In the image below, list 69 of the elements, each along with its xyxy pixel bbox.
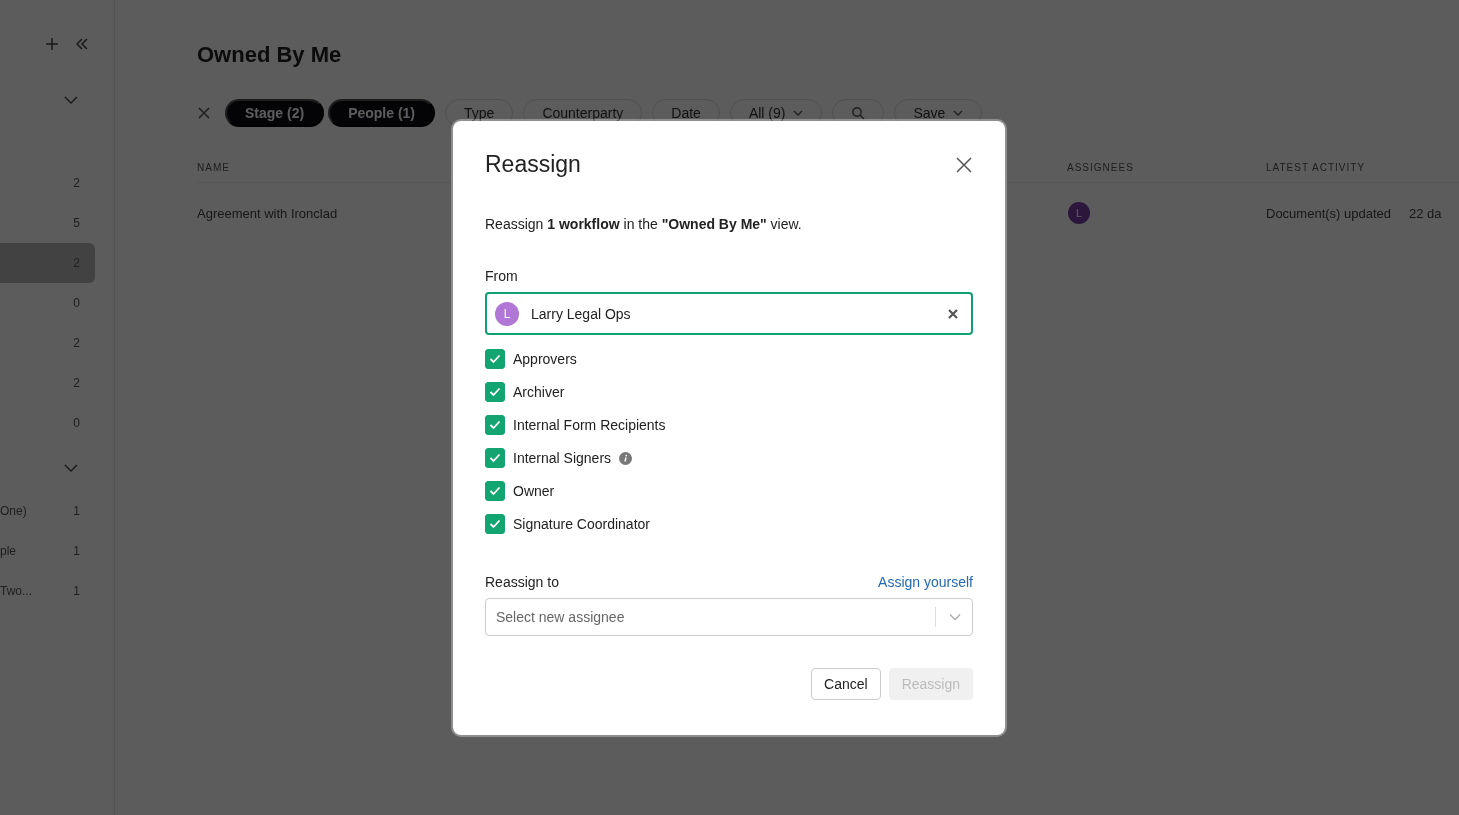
column-header: NAME: [197, 161, 230, 173]
check-icon: [489, 519, 501, 529]
field-label: Reassign to: [485, 574, 559, 590]
sidebar-item[interactable]: 0: [0, 403, 95, 443]
item-count: 5: [73, 216, 80, 230]
column-header: LATEST ACTIVITY: [1266, 161, 1366, 173]
checkbox-label: Approvers: [513, 351, 577, 367]
dialog-message: Reassign 1 workflow in the "Owned By Me" view.: [485, 216, 803, 232]
sidebar-item-label: Two...: [0, 584, 32, 598]
item-count: 2: [73, 376, 80, 390]
checkbox-label: Archiver: [513, 384, 565, 400]
sidebar-item[interactable]: ple 1: [0, 531, 95, 571]
sidebar-item[interactable]: 2: [0, 363, 95, 403]
sidebar-item-label: ple: [0, 544, 16, 558]
chevron-icon: [949, 613, 961, 621]
table-cell: 22 da: [1409, 205, 1442, 221]
item-count: 1: [73, 544, 80, 558]
from-field[interactable]: L Larry Legal Ops: [485, 292, 973, 335]
avatar: L: [1068, 202, 1090, 224]
assignee-select[interactable]: Select new assignee: [485, 598, 973, 636]
selected-user: Larry Legal Ops: [531, 305, 632, 322]
check-icon: [489, 354, 501, 364]
sidebar-item[interactable]: 2: [0, 163, 95, 203]
checkbox[interactable]: [485, 382, 505, 402]
checkbox-label: Internal Signers: [513, 450, 612, 466]
column-header: ASSIGNEES: [1067, 161, 1134, 173]
close-icon[interactable]: [955, 155, 973, 174]
sidebar-item[interactable]: Two... 1: [0, 571, 95, 611]
filter-chip[interactable]: Stage (2): [225, 99, 325, 127]
assign-yourself-link[interactable]: Assign yourself: [878, 574, 973, 590]
item-count: 2: [73, 176, 80, 190]
item-count: 1: [73, 504, 80, 518]
sidebar-item[interactable]: 2: [0, 323, 95, 363]
check-icon: [489, 486, 501, 496]
caret-icon: [953, 109, 964, 117]
table-cell: Document(s) updated: [1266, 205, 1391, 221]
sidebar-item[interactable]: 0: [0, 283, 95, 323]
clear-icon[interactable]: [947, 307, 959, 320]
check-icon: [489, 453, 501, 463]
caret-icon: [793, 109, 804, 117]
sidebar-item[interactable]: 5: [0, 203, 95, 243]
checkbox[interactable]: [485, 448, 505, 468]
sidebar-item[interactable]: One) 1: [0, 491, 95, 531]
chevron-icon[interactable]: [64, 95, 78, 105]
checkbox[interactable]: [485, 514, 505, 534]
checkbox[interactable]: [485, 349, 505, 369]
search-icon: [851, 106, 866, 120]
field-label: From: [485, 268, 519, 284]
item-count: 1: [73, 584, 80, 598]
filter-chip[interactable]: People (1): [328, 99, 436, 127]
cancel-button[interactable]: Cancel: [811, 668, 881, 700]
checkbox[interactable]: [485, 415, 505, 435]
dialog-title: Reassign: [485, 151, 581, 178]
check-icon: [489, 420, 501, 430]
item-count: 0: [73, 296, 80, 310]
check-icon: [489, 387, 501, 397]
sidebar-item-label: One): [0, 504, 27, 518]
chevron-icon[interactable]: [64, 463, 78, 473]
avatar: L: [495, 301, 519, 326]
item-count: 2: [73, 336, 80, 350]
checkbox-label: Internal Form Recipients: [513, 417, 666, 433]
item-count: 0: [73, 416, 80, 430]
plus-icon: [44, 36, 60, 52]
checkbox-label: Signature Coordinator: [513, 516, 650, 532]
checkbox-label: Owner: [513, 483, 555, 499]
collapse-icon: [74, 36, 90, 52]
page-title: Owned By Me: [197, 42, 343, 68]
checkbox[interactable]: [485, 481, 505, 501]
table-cell: Agreement with Ironclad: [197, 205, 338, 221]
